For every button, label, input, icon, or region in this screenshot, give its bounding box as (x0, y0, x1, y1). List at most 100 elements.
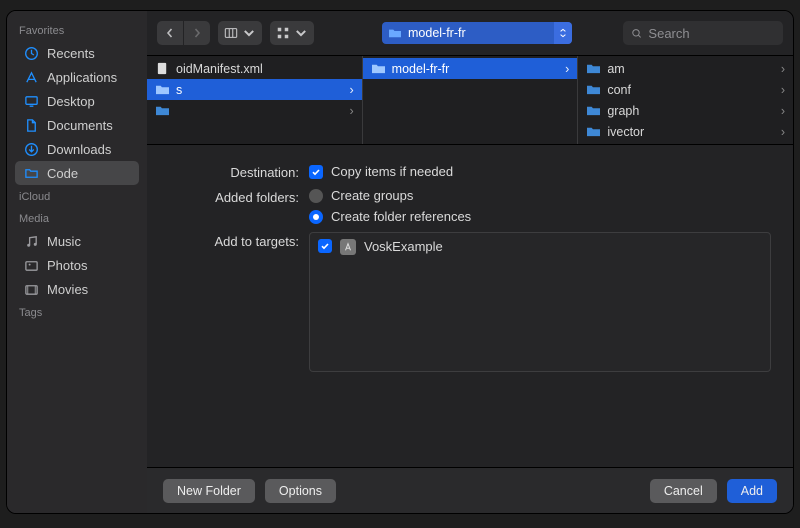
sidebar-group-icloud: iCloud (15, 185, 139, 207)
folder-icon (586, 62, 601, 75)
folder-icon (23, 165, 39, 181)
copy-items-label: Copy items if needed (331, 164, 453, 179)
add-to-targets-label: Add to targets: (169, 232, 299, 372)
sidebar-item-label: Code (47, 166, 78, 181)
chevron-right-icon: › (781, 104, 785, 118)
sidebar-item-photos[interactable]: Photos (15, 253, 139, 277)
chevron-right-icon: › (781, 125, 785, 139)
updown-icon (559, 28, 567, 38)
path-control[interactable]: model-fr-fr (382, 22, 572, 44)
checkbox-checked-icon (309, 165, 323, 179)
sidebar-item-label: Desktop (47, 94, 95, 109)
chevron-right-icon: › (781, 62, 785, 76)
chevron-right-icon: › (350, 104, 354, 118)
sidebar-item-downloads[interactable]: Downloads (15, 137, 139, 161)
added-folders-radiogroup: Create groups Create folder references (309, 188, 771, 224)
row-label: model-fr-fr (392, 62, 450, 76)
row-label: ivector (607, 125, 644, 139)
row-label: am (607, 62, 624, 76)
cancel-button[interactable]: Cancel (650, 479, 717, 503)
added-folders-label: Added folders: (169, 188, 299, 224)
sidebar-item-desktop[interactable]: Desktop (15, 89, 139, 113)
clock-icon (23, 45, 39, 61)
columns-view-icon (224, 26, 238, 40)
content-area: Favorites Recents Applications Desktop (7, 11, 793, 513)
row-label: conf (607, 83, 631, 97)
sidebar-item-applications[interactable]: Applications (15, 65, 139, 89)
path-label: model-fr-fr (408, 26, 466, 40)
sidebar-group-favorites: Favorites (15, 19, 139, 41)
radio-label: Create folder references (331, 209, 471, 224)
forward-button[interactable] (184, 21, 210, 45)
add-button[interactable]: Add (727, 479, 777, 503)
sidebar-item-label: Downloads (47, 142, 111, 157)
sidebar-item-music[interactable]: Music (15, 229, 139, 253)
documents-icon (23, 117, 39, 133)
sidebar-item-label: Movies (47, 282, 88, 297)
chevron-down-icon (242, 26, 256, 40)
copy-items-checkbox-row[interactable]: Copy items if needed (309, 163, 771, 180)
path-dropdown[interactable] (554, 22, 572, 44)
folder-row[interactable]: model-fr-fr › (363, 58, 578, 79)
new-folder-button[interactable]: New Folder (163, 479, 255, 503)
search-field[interactable] (623, 21, 783, 45)
options-form: Destination: Copy items if needed Added … (147, 145, 793, 382)
movies-icon (23, 281, 39, 297)
sidebar-item-label: Applications (47, 70, 117, 85)
folder-icon (586, 83, 601, 96)
search-input[interactable] (648, 26, 775, 41)
music-icon (23, 233, 39, 249)
folder-icon (586, 104, 601, 117)
folder-icon (371, 62, 386, 75)
folder-icon (155, 83, 170, 96)
browser-column-2[interactable]: am › conf › graph › ive (578, 56, 793, 144)
chevron-right-icon: › (565, 62, 569, 76)
targets-list[interactable]: VoskExample (309, 232, 771, 372)
row-label: s (176, 83, 182, 97)
sidebar-item-label: Music (47, 234, 81, 249)
sidebar-item-movies[interactable]: Movies (15, 277, 139, 301)
folder-icon (388, 27, 402, 39)
folder-row[interactable]: ivector › (578, 121, 793, 142)
sidebar-item-documents[interactable]: Documents (15, 113, 139, 137)
desktop-icon (23, 93, 39, 109)
sidebar-item-recents[interactable]: Recents (15, 41, 139, 65)
create-folder-references-radio[interactable]: Create folder references (309, 209, 771, 224)
radio-label: Create groups (331, 188, 413, 203)
app-icon (340, 239, 356, 255)
browser-column-0[interactable]: oidManifest.xml s › › (147, 56, 363, 144)
file-row[interactable]: oidManifest.xml (147, 58, 362, 79)
sidebar-item-code[interactable]: Code (15, 161, 139, 185)
flex-spacer (147, 382, 793, 467)
folder-row[interactable]: › (147, 100, 362, 121)
view-mode-selector[interactable] (218, 21, 262, 45)
nav-buttons (157, 21, 210, 45)
sidebar-item-label: Recents (47, 46, 95, 61)
browser-column-1[interactable]: model-fr-fr › (363, 56, 579, 144)
group-selector[interactable] (270, 21, 314, 45)
options-button[interactable]: Options (265, 479, 336, 503)
main-panel: model-fr-fr oidManifest.xml (147, 11, 793, 513)
folder-icon (155, 104, 170, 117)
open-panel: Favorites Recents Applications Desktop (6, 10, 794, 514)
chevron-down-icon (294, 26, 308, 40)
apps-icon (23, 69, 39, 85)
folder-row[interactable]: conf › (578, 79, 793, 100)
photos-icon (23, 257, 39, 273)
sidebar-item-label: Photos (47, 258, 87, 273)
back-button[interactable] (157, 21, 183, 45)
create-groups-radio[interactable]: Create groups (309, 188, 771, 203)
radio-selected-icon (309, 210, 323, 224)
downloads-icon (23, 141, 39, 157)
column-browser: oidManifest.xml s › › (147, 55, 793, 145)
bottom-bar: New Folder Options Cancel Add (147, 467, 793, 513)
folder-row[interactable]: am › (578, 58, 793, 79)
row-label: graph (607, 104, 639, 118)
checkbox-checked-icon (318, 239, 332, 253)
folder-row[interactable]: s › (147, 79, 362, 100)
chevron-right-icon: › (781, 83, 785, 97)
sidebar-group-media: Media (15, 207, 139, 229)
folder-icon (586, 125, 601, 138)
sidebar-item-label: Documents (47, 118, 113, 133)
folder-row[interactable]: graph › (578, 100, 793, 121)
